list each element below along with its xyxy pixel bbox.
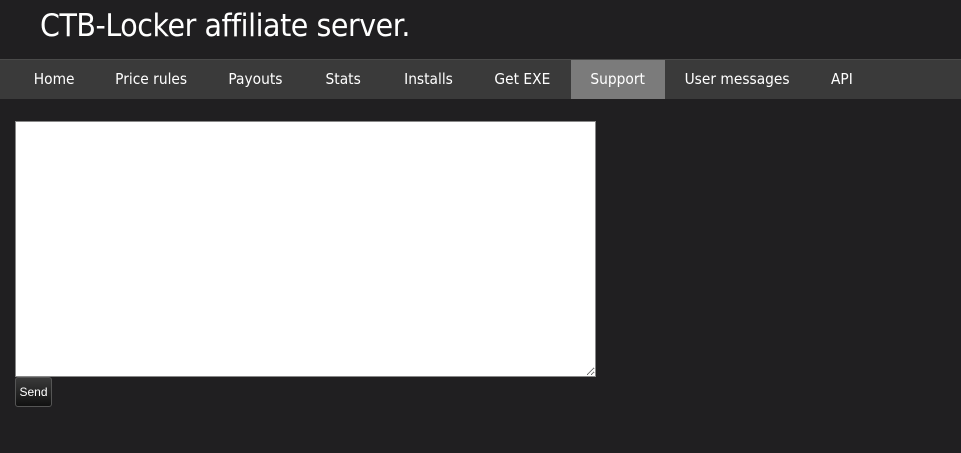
nav-item-get-exe[interactable]: Get EXE [475, 60, 570, 99]
main-nav: Home Price rules Payouts Stats Installs … [0, 59, 961, 99]
nav-item-payouts[interactable]: Payouts [208, 60, 303, 99]
nav-item-api[interactable]: API [810, 60, 874, 99]
nav-item-price-rules[interactable]: Price rules [95, 60, 207, 99]
nav-item-installs[interactable]: Installs [383, 60, 474, 99]
nav-item-user-messages[interactable]: User messages [666, 60, 809, 99]
nav-item-stats[interactable]: Stats [304, 60, 382, 99]
site-title: CTB-Locker affiliate server. [40, 8, 410, 44]
nav-item-support[interactable]: Support [571, 60, 665, 99]
nav-item-home[interactable]: Home [15, 60, 93, 99]
header: CTB-Locker affiliate server. [0, 0, 961, 59]
send-button[interactable]: Send [15, 377, 52, 407]
support-message-input[interactable] [15, 121, 596, 377]
